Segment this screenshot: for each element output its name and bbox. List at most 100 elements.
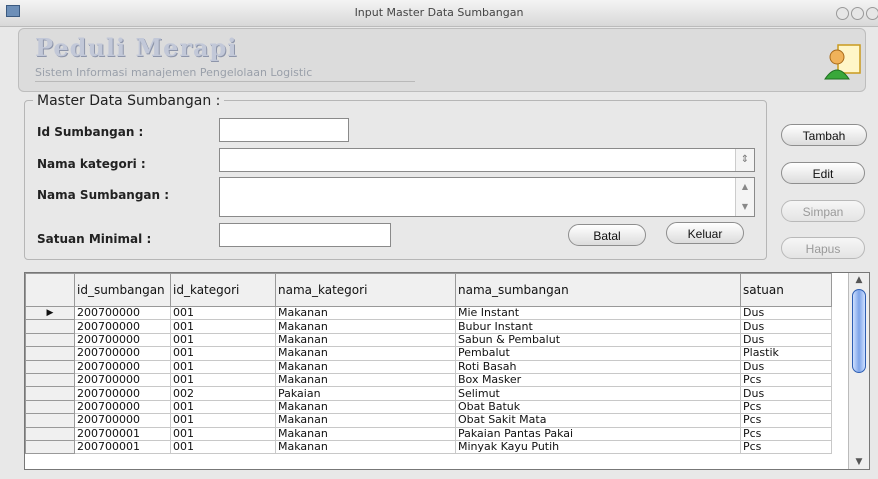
scroll-down-icon[interactable]: ▼	[740, 202, 750, 212]
table-cell[interactable]: 001	[170, 305, 276, 321]
chevron-updown-icon[interactable]: ⇕	[735, 149, 754, 171]
table-cell[interactable]: Makanan	[275, 332, 456, 348]
scroll-thumb[interactable]	[852, 289, 866, 373]
edit-button[interactable]: Edit	[781, 162, 865, 184]
table-cell[interactable]: Minyak Kayu Putih	[455, 439, 741, 455]
table-cell[interactable]: Bubur Instant	[455, 319, 741, 334]
table-row[interactable]: 200700000 001 Makanan Bubur Instant Dus	[25, 319, 832, 334]
table-cell[interactable]: Pcs	[740, 426, 832, 441]
table-cell[interactable]: 200700000	[74, 399, 171, 415]
table-row[interactable]: 200700000 001 Makanan Sabun & Pembalut Dus	[25, 332, 832, 348]
textarea-scrollbar[interactable]: ▲ ▼	[735, 178, 754, 216]
nama-sumbangan-textarea[interactable]: ▲ ▼	[219, 177, 755, 217]
keluar-button[interactable]: Keluar	[666, 222, 744, 244]
table-cell[interactable]: 002	[170, 386, 276, 401]
table-cell[interactable]: 200700000	[74, 346, 171, 361]
table-cell[interactable]: Makanan	[275, 319, 456, 334]
table-cell[interactable]: 001	[170, 319, 276, 334]
table-cell[interactable]: 001	[170, 359, 276, 374]
table-cell[interactable]: 001	[170, 346, 276, 361]
table-cell[interactable]: 200700001	[74, 439, 171, 455]
table-cell[interactable]: Makanan	[275, 413, 456, 428]
table-cell[interactable]: Mie Instant	[455, 305, 741, 321]
table-cell[interactable]: Sabun & Pembalut	[455, 332, 741, 348]
table-row[interactable]: 200700001 001 Makanan Pakaian Pantas Pakai P…	[25, 426, 832, 441]
row-header[interactable]	[25, 359, 75, 374]
table-cell[interactable]: Pembalut	[455, 346, 741, 361]
column-header[interactable]: id_sumbangan	[74, 273, 171, 307]
row-header[interactable]	[25, 426, 75, 441]
table-cell[interactable]: Makanan	[275, 346, 456, 361]
column-header[interactable]: satuan	[740, 273, 832, 307]
column-header[interactable]: nama_kategori	[275, 273, 456, 307]
scroll-down-icon[interactable]: ▼	[854, 457, 864, 467]
table-cell[interactable]: 001	[170, 399, 276, 415]
simpan-button[interactable]: Simpan	[781, 200, 865, 222]
table-cell[interactable]: 200700000	[74, 372, 171, 388]
row-header[interactable]	[25, 386, 75, 401]
scroll-up-icon[interactable]: ▲	[740, 182, 750, 192]
table-row[interactable]: 200700000 001 Makanan Pembalut Plastik	[25, 346, 832, 361]
table-scrollbar[interactable]: ▲ ▼	[848, 273, 869, 469]
table-cell[interactable]: Makanan	[275, 399, 456, 415]
table-cell[interactable]: 200700000	[74, 332, 171, 348]
table-cell[interactable]: Plastik	[740, 346, 832, 361]
table-row[interactable]: 200700000 001 Makanan Obat Batuk Pcs	[25, 399, 832, 415]
table-cell[interactable]: 200700000	[74, 386, 171, 401]
table-cell[interactable]: Obat Batuk	[455, 399, 741, 415]
row-header[interactable]	[25, 439, 75, 455]
table-cell[interactable]: 001	[170, 439, 276, 455]
table-cell[interactable]: Makanan	[275, 439, 456, 455]
table-cell[interactable]: 200700000	[74, 413, 171, 428]
data-grid[interactable]: id_sumbangan id_kategori nama_kategori n…	[24, 272, 870, 470]
table-cell[interactable]: 200700000	[74, 359, 171, 374]
row-header[interactable]	[25, 319, 75, 334]
minimize-button[interactable]	[836, 7, 849, 20]
id-sumbangan-input[interactable]	[219, 118, 349, 142]
tambah-button[interactable]: Tambah	[781, 124, 867, 146]
title-bar[interactable]: Input Master Data Sumbangan	[0, 0, 878, 27]
row-header[interactable]	[25, 332, 75, 348]
table-cell[interactable]: Pakaian Pantas Pakai	[455, 426, 741, 441]
table-cell[interactable]: Obat Sakit Mata	[455, 413, 741, 428]
table-row[interactable]: 200700000 001 Makanan Obat Sakit Mata Pcs	[25, 413, 832, 428]
table-cell[interactable]: 200700000	[74, 305, 171, 321]
column-header[interactable]: id_kategori	[170, 273, 276, 307]
close-button[interactable]	[866, 7, 878, 20]
table-cell[interactable]: Dus	[740, 359, 832, 374]
row-header[interactable]	[25, 399, 75, 415]
table-cell[interactable]: Pcs	[740, 413, 832, 428]
table-cell[interactable]: Box Masker	[455, 372, 741, 388]
table-cell[interactable]: 001	[170, 413, 276, 428]
maximize-button[interactable]	[851, 7, 864, 20]
table-cell[interactable]: 001	[170, 372, 276, 388]
scroll-up-icon[interactable]: ▲	[854, 275, 864, 285]
table-cell[interactable]: Makanan	[275, 372, 456, 388]
table-cell[interactable]: Pcs	[740, 372, 832, 388]
table-cell[interactable]: 200700000	[74, 319, 171, 334]
table-cell[interactable]: 001	[170, 332, 276, 348]
batal-button[interactable]: Batal	[568, 224, 646, 246]
row-header[interactable]	[25, 346, 75, 361]
table-row[interactable]: 200700000 002 Pakaian Selimut Dus	[25, 386, 832, 401]
table-cell[interactable]: 200700001	[74, 426, 171, 441]
nama-kategori-select[interactable]: ⇕	[219, 148, 755, 172]
table-cell[interactable]: Roti Basah	[455, 359, 741, 374]
table-cell[interactable]: Makanan	[275, 426, 456, 441]
row-header[interactable]	[25, 372, 75, 388]
table-cell[interactable]: Pakaian	[275, 386, 456, 401]
table-cell[interactable]: Dus	[740, 305, 832, 321]
table-cell[interactable]: Selimut	[455, 386, 741, 401]
hapus-button[interactable]: Hapus	[781, 237, 865, 259]
table-row[interactable]: ▶ 200700000 001 Makanan Mie Instant Dus	[25, 305, 832, 321]
table-cell[interactable]: Dus	[740, 332, 832, 348]
table-cell[interactable]: Pcs	[740, 399, 832, 415]
table-cell[interactable]: 001	[170, 426, 276, 441]
row-header[interactable]	[25, 413, 75, 428]
table-row[interactable]: 200700000 001 Makanan Roti Basah Dus	[25, 359, 832, 374]
table-cell[interactable]: Dus	[740, 319, 832, 334]
table-cell[interactable]: Makanan	[275, 359, 456, 374]
table-cell[interactable]: Dus	[740, 386, 832, 401]
table-row[interactable]: 200700000 001 Makanan Box Masker Pcs	[25, 372, 832, 388]
table-cell[interactable]: Makanan	[275, 305, 456, 321]
